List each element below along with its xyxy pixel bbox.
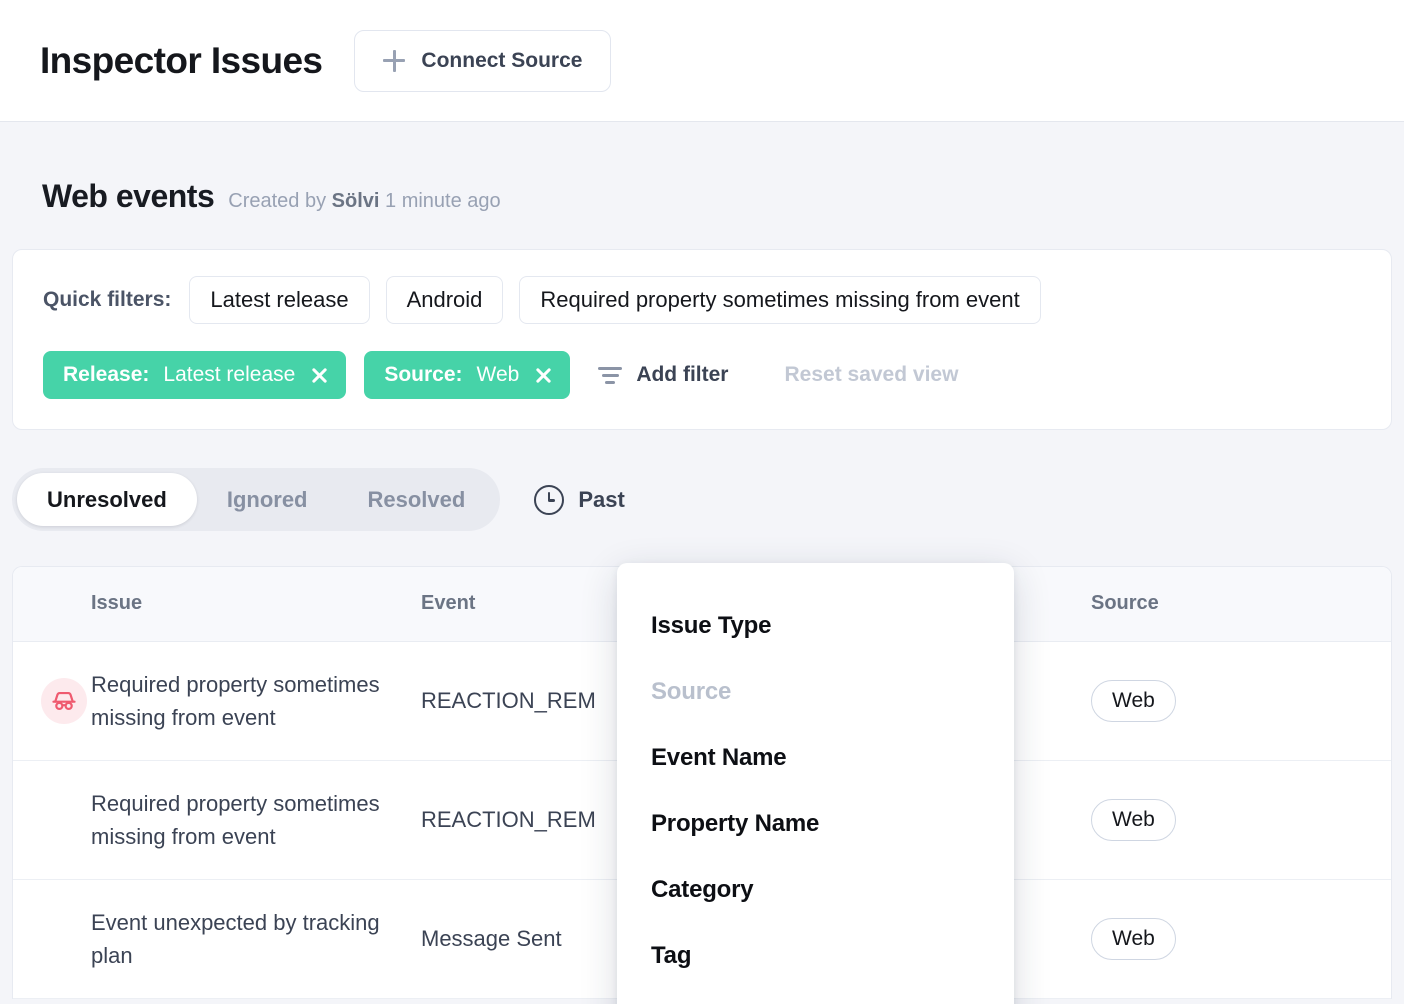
source-cell: Web (1091, 760, 1391, 879)
filter-icon (598, 366, 622, 384)
issue-type-cell (13, 760, 91, 879)
main-content: Web events Created by Sölvi 1 minute ago… (0, 122, 1404, 999)
quick-filter-required-property[interactable]: Required property sometimes missing from… (519, 276, 1040, 324)
connect-source-label: Connect Source (421, 49, 582, 73)
issue-title-cell: Required property sometimes missing from… (91, 641, 421, 760)
filters-card: Quick filters: Latest release Android Re… (12, 249, 1392, 430)
time-range-label: Past (578, 487, 624, 513)
source-badge: Web (1091, 680, 1176, 722)
issue-type-cell (13, 641, 91, 760)
dropdown-item-property-name[interactable]: Property Name (617, 791, 1014, 857)
table-header-source: Source (1091, 567, 1391, 641)
view-meta: Created by Sölvi 1 minute ago (228, 190, 500, 213)
active-filter-release-key: Release: (63, 363, 149, 387)
active-filters-row: Release: Latest release Source: Web Add … (43, 351, 1361, 399)
issue-title-cell: Event unexpected by tracking plan (91, 879, 421, 998)
source-cell: Web (1091, 641, 1391, 760)
dropdown-item-tag[interactable]: Tag (617, 923, 1014, 989)
view-author: Sölvi (332, 190, 380, 212)
tabs-row: Unresolved Ignored Resolved Past (12, 468, 1392, 531)
source-badge: Web (1091, 799, 1176, 841)
add-filter-button[interactable]: Add filter (594, 363, 732, 387)
created-by-label: Created by (228, 190, 326, 212)
clock-icon (534, 485, 564, 515)
quick-filters-label: Quick filters: (43, 288, 171, 312)
tab-unresolved[interactable]: Unresolved (17, 473, 197, 526)
remove-filter-icon[interactable] (535, 367, 552, 384)
dropdown-item-event-name[interactable]: Event Name (617, 725, 1014, 791)
view-header: Web events Created by Sölvi 1 minute ago (12, 122, 1392, 249)
top-bar: Inspector Issues Connect Source (0, 0, 1404, 122)
active-filter-release-value: Latest release (163, 363, 295, 387)
active-filter-source-key: Source: (384, 363, 462, 387)
table-header-issue: Issue (91, 567, 421, 641)
dropdown-item-source: Source (617, 659, 1014, 725)
active-filter-release[interactable]: Release: Latest release (43, 351, 346, 399)
table-header-icon (13, 567, 91, 641)
time-range-selector[interactable]: Past (534, 485, 624, 515)
plus-icon (383, 50, 405, 72)
reset-saved-view-button[interactable]: Reset saved view (784, 363, 958, 387)
source-cell: Web (1091, 879, 1391, 998)
page-title: Inspector Issues (40, 40, 322, 82)
tab-resolved[interactable]: Resolved (338, 473, 496, 526)
remove-filter-icon[interactable] (311, 367, 328, 384)
issue-type-cell (13, 879, 91, 998)
view-name: Web events (42, 178, 214, 215)
view-created-ago: 1 minute ago (385, 190, 501, 212)
status-tab-group: Unresolved Ignored Resolved (12, 468, 500, 531)
quick-filters-row: Quick filters: Latest release Android Re… (43, 276, 1361, 324)
connect-source-button[interactable]: Connect Source (354, 30, 611, 92)
dropdown-item-category[interactable]: Category (617, 857, 1014, 923)
dropdown-item-issue-type[interactable]: Issue Type (617, 593, 1014, 659)
incognito-icon (41, 678, 87, 724)
source-badge: Web (1091, 918, 1176, 960)
active-filter-source[interactable]: Source: Web (364, 351, 570, 399)
quick-filter-android[interactable]: Android (386, 276, 504, 324)
add-filter-label: Add filter (636, 363, 728, 387)
quick-filter-latest-release[interactable]: Latest release (189, 276, 369, 324)
active-filter-source-value: Web (477, 363, 520, 387)
issue-title-cell: Required property sometimes missing from… (91, 760, 421, 879)
dropdown-item-release: Release (617, 989, 1014, 1004)
add-filter-dropdown: Issue Type Source Event Name Property Na… (617, 563, 1014, 1004)
tab-ignored[interactable]: Ignored (197, 473, 338, 526)
